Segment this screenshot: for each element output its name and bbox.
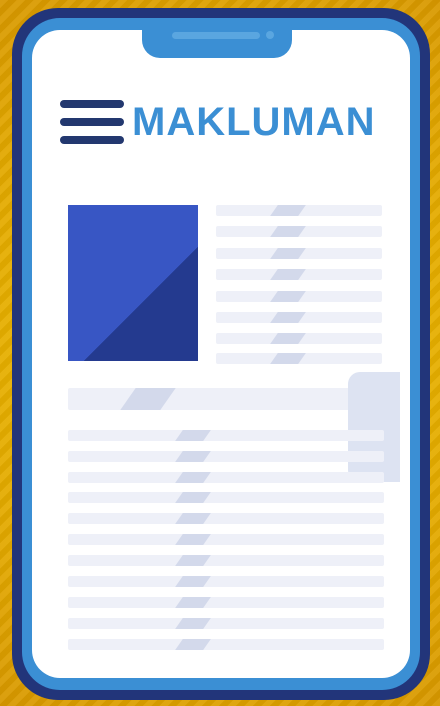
text-line bbox=[216, 269, 382, 280]
article-heading-placeholder bbox=[68, 388, 384, 410]
text-line bbox=[216, 312, 382, 323]
app-header: MAKLUMAN bbox=[60, 100, 376, 144]
text-line bbox=[216, 205, 382, 216]
text-line bbox=[68, 534, 384, 545]
scroll-handle[interactable] bbox=[348, 372, 400, 482]
phone-notch bbox=[142, 18, 292, 58]
text-line bbox=[216, 291, 382, 302]
text-line bbox=[68, 576, 384, 587]
text-line bbox=[68, 597, 384, 608]
text-line bbox=[68, 639, 384, 650]
text-line bbox=[68, 618, 384, 629]
text-line bbox=[216, 333, 382, 344]
text-line bbox=[68, 472, 384, 483]
text-line bbox=[68, 555, 384, 566]
hamburger-menu-icon[interactable] bbox=[60, 100, 124, 144]
text-line bbox=[216, 226, 382, 237]
article-image-placeholder bbox=[68, 205, 198, 361]
text-line bbox=[68, 513, 384, 524]
text-line bbox=[68, 492, 384, 503]
speaker-icon bbox=[172, 32, 260, 39]
text-line bbox=[216, 353, 382, 364]
page-title: MAKLUMAN bbox=[132, 100, 376, 144]
text-line bbox=[68, 451, 384, 462]
text-line bbox=[68, 430, 384, 441]
camera-icon bbox=[266, 31, 274, 39]
text-line bbox=[216, 248, 382, 259]
